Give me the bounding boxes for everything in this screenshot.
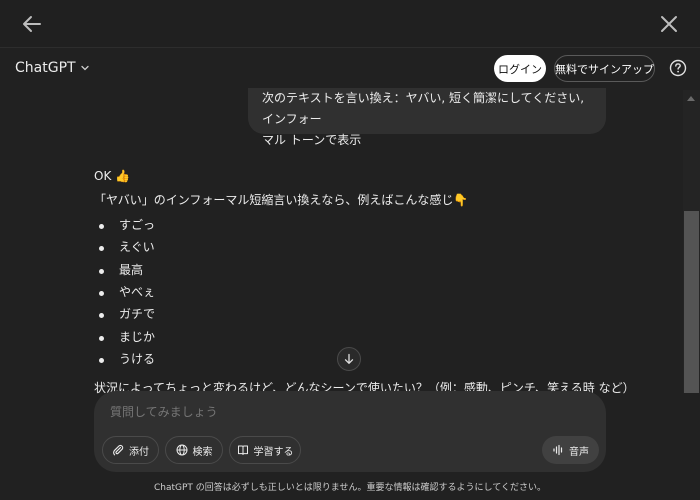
voice-button[interactable]: 音声	[542, 436, 599, 464]
bullet	[99, 336, 104, 341]
list-item-text: すごっ	[119, 218, 156, 232]
message-input[interactable]	[110, 405, 530, 419]
help-circle-icon	[669, 59, 687, 77]
bullet	[99, 246, 104, 251]
scrollbar-thumb[interactable]	[684, 211, 699, 393]
voice-waveform-icon	[553, 444, 563, 456]
search-button[interactable]: 検索	[165, 436, 223, 464]
close-button[interactable]	[655, 10, 683, 38]
list-item-text: 最高	[119, 263, 144, 277]
signup-button[interactable]: 無料でサインアップ	[554, 55, 655, 82]
chevron-down-icon	[80, 65, 89, 71]
user-message: 次のテキストを言い換え：ヤバい, 短く簡潔にしてください, インフォー マル ト…	[248, 88, 606, 147]
bullet	[99, 269, 104, 274]
list-item-text: ガチで	[119, 307, 156, 321]
close-icon	[661, 16, 677, 32]
model-name: ChatGPT	[15, 60, 76, 76]
model-selector[interactable]: ChatGPT	[15, 60, 90, 76]
login-button[interactable]: ログイン	[494, 55, 546, 82]
back-button[interactable]	[18, 10, 46, 38]
assistant-intro: OK 👍	[94, 169, 131, 183]
scroll-to-bottom-button[interactable]	[337, 347, 361, 371]
attach-label: 添付	[129, 446, 149, 458]
voice-label: 音声	[569, 446, 589, 458]
top-bar	[0, 0, 700, 48]
study-button[interactable]: 学習する	[229, 436, 301, 464]
arrow-down-icon	[344, 353, 354, 364]
bullet	[99, 313, 104, 318]
user-message-line: 次のテキストを言い換え：ヤバい, 短く簡潔にしてください, インフォー	[262, 91, 585, 126]
assistant-lead: 「ヤバい」のインフォーマル短縮言い換えなら、例えばこんな感じ👇	[94, 193, 469, 207]
attach-button[interactable]: 添付	[102, 436, 159, 464]
search-label: 検索	[192, 446, 213, 458]
list-item-text: えぐい	[119, 240, 155, 254]
composer: 添付 検索 学習する 音声	[94, 391, 606, 472]
study-label: 学習する	[253, 446, 294, 458]
bullet	[99, 358, 104, 363]
help-button[interactable]	[669, 59, 687, 77]
disclaimer: ChatGPT の回答は必ずしも正しいとは限りません。重要な情報は確認するように…	[154, 483, 546, 493]
scroll-up-arrow[interactable]	[687, 96, 695, 101]
user-message-line: マル トーンで表示	[262, 133, 362, 147]
bullet	[99, 224, 104, 229]
globe-icon	[176, 444, 187, 456]
bullet	[99, 291, 104, 296]
paperclip-icon	[113, 444, 124, 456]
list-item-text: うける	[119, 352, 156, 366]
book-icon	[237, 445, 248, 455]
list-item-text: まじか	[119, 330, 156, 344]
chat-header: ChatGPT ログイン 無料でサインアップ	[0, 48, 700, 90]
list-item-text: やべぇ	[119, 285, 156, 299]
arrow-left-icon	[23, 16, 41, 32]
